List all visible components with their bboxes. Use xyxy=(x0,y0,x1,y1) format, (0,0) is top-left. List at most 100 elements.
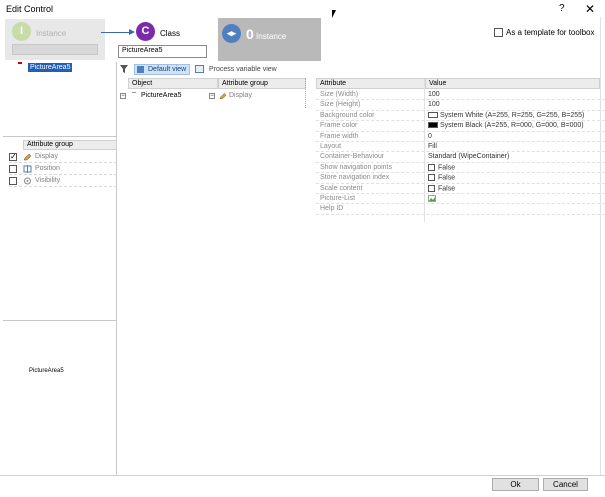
instances-label-text: Instance xyxy=(256,32,287,41)
class-step-label[interactable]: Class xyxy=(160,29,180,38)
attribute-value[interactable]: 100 xyxy=(428,91,440,98)
attribute-group-header: Attribute group xyxy=(23,140,117,150)
step-arrow-line xyxy=(101,32,131,33)
attribute-value[interactable]: Standard (WipeContainer) xyxy=(428,153,509,160)
attribute-row[interactable]: Help ID xyxy=(316,204,605,215)
attribute-group-tree-item[interactable]: Display xyxy=(229,92,252,99)
attribute-row[interactable]: Size (Width) 100 xyxy=(316,90,605,101)
step-arrow-icon xyxy=(129,29,135,35)
attribute-value[interactable]: 100 xyxy=(428,101,440,108)
attribute-value: System Black (A=255, R=000, G=000, B=000… xyxy=(440,122,584,130)
attribute-group-label: Visibility xyxy=(35,177,61,184)
pencil-icon xyxy=(219,93,227,99)
attribute-name: Layout xyxy=(320,143,342,150)
attribute-name: Help ID xyxy=(320,205,344,213)
attribute-row[interactable]: Layout Fill xyxy=(316,142,605,153)
attribute-value[interactable]: 0 xyxy=(428,133,432,140)
right-border xyxy=(600,17,601,477)
attribute-row[interactable]: Scale content False xyxy=(316,184,605,194)
attribute-row[interactable]: Picture-List xyxy=(316,194,605,205)
attribute-name: Scale content xyxy=(320,184,363,192)
attribute-value-cell[interactable]: False xyxy=(428,174,456,182)
help-button[interactable]: ? xyxy=(559,3,565,14)
default-view-label: Default view xyxy=(148,66,187,73)
attribute-name: Frame color xyxy=(320,122,358,130)
attribute-row[interactable]: Frame color System Black (A=255, R=000, G… xyxy=(316,121,605,132)
position-icon xyxy=(23,165,32,173)
attribute-group-label: Display xyxy=(35,153,58,160)
attribute-name: Background color xyxy=(320,111,375,119)
attribute-name: Size (Height) xyxy=(320,101,361,109)
tree-root-item[interactable]: PictureArea5 xyxy=(28,63,73,72)
position-checkbox[interactable] xyxy=(9,165,17,173)
attribute-value-cell[interactable]: System Black (A=255, R=000, G=000, B=000… xyxy=(428,122,584,129)
collapse-icon[interactable]: − xyxy=(209,93,215,99)
attribute-value-cell[interactable] xyxy=(428,195,436,202)
attribute-name: Container-Behaviour xyxy=(320,153,385,161)
template-checkbox-label: As a template for toolbox xyxy=(506,28,595,37)
attribute-row[interactable]: Background color System White (A=255, R=2… xyxy=(316,111,605,122)
cancel-button[interactable]: Cancel xyxy=(543,478,588,491)
preview-label: PictureArea5 xyxy=(29,368,64,374)
attribute-value-cell[interactable]: System White (A=255, R=255, G=255, B=255… xyxy=(428,112,584,119)
attribute-group-row-display[interactable]: ✓ Display xyxy=(9,152,117,163)
attribute-name: Size (Width) xyxy=(320,91,359,98)
left-divider xyxy=(3,136,117,137)
left-panel xyxy=(3,62,117,475)
pencil-icon xyxy=(23,153,32,161)
process-variable-icon xyxy=(195,65,204,73)
mouse-cursor-icon xyxy=(332,10,340,18)
filter-icon[interactable] xyxy=(120,65,128,73)
attribute-name: Show navigation points xyxy=(320,163,392,171)
display-checkbox[interactable]: ✓ xyxy=(9,153,17,161)
attribute-row[interactable]: Frame width 0 xyxy=(316,132,605,142)
close-icon[interactable]: ✕ xyxy=(585,2,595,16)
scale-content-checkbox[interactable] xyxy=(428,184,435,192)
attribute-name: Frame width xyxy=(320,132,359,140)
attribute-column-header: Attribute xyxy=(316,78,425,89)
attribute-value-cell[interactable]: False xyxy=(428,163,456,172)
value-column-header: Value xyxy=(425,78,600,89)
visibility-checkbox[interactable] xyxy=(9,177,17,185)
object-tree-item[interactable]: PictureArea5 xyxy=(141,92,181,99)
tree-node-marker xyxy=(18,62,22,64)
attribute-row[interactable]: Show navigation points False xyxy=(316,163,605,174)
attribute-row[interactable]: Size (Height) 100 xyxy=(316,100,605,111)
attribute-value[interactable]: Fill xyxy=(428,143,437,150)
default-view-icon xyxy=(137,66,144,73)
attribute-group-row-position[interactable]: Position xyxy=(9,164,117,175)
store-navigation-checkbox[interactable] xyxy=(428,174,435,182)
class-name-input[interactable]: PictureArea5 xyxy=(118,45,207,58)
collapse-icon[interactable]: − xyxy=(120,93,126,99)
attribute-row[interactable]: Store navigation index False xyxy=(316,173,605,184)
template-checkbox[interactable] xyxy=(494,28,503,37)
left-divider xyxy=(3,320,117,321)
instance-name-input xyxy=(12,44,98,55)
grid-divider xyxy=(305,78,306,108)
class-step-icon: C xyxy=(136,22,155,41)
window-title: Edit Control xyxy=(6,4,54,14)
attribute-value: False xyxy=(438,184,456,192)
attribute-value: False xyxy=(438,174,456,182)
show-navigation-checkbox[interactable] xyxy=(428,163,435,171)
attribute-group-row-visibility[interactable]: Visibility xyxy=(9,176,117,187)
attribute-value: False xyxy=(438,164,456,172)
attribute-group-label: Position xyxy=(35,165,60,172)
white-color-swatch xyxy=(428,111,438,118)
attribute-group-column-header: Attribute group xyxy=(218,78,306,89)
instances-step-label: 0 Instance xyxy=(246,26,286,42)
attribute-value-cell[interactable]: False xyxy=(428,184,456,192)
ok-button[interactable]: Ok xyxy=(492,478,539,491)
tree-line xyxy=(132,92,136,93)
title-bar xyxy=(0,0,605,17)
attribute-name: Picture-List xyxy=(320,195,356,202)
instance-count: 0 xyxy=(246,26,254,42)
process-variable-view-tab[interactable]: Process variable view xyxy=(209,66,277,73)
instances-step-icon: ◂▸ xyxy=(222,24,241,43)
attribute-row[interactable]: Container-Behaviour Standard (WipeContain… xyxy=(316,152,605,163)
black-color-swatch xyxy=(428,122,438,129)
instance-step-icon: I xyxy=(12,22,31,41)
attribute-name: Store navigation index xyxy=(320,174,390,182)
object-column-header: Object xyxy=(128,78,218,89)
picture-icon xyxy=(428,195,436,202)
